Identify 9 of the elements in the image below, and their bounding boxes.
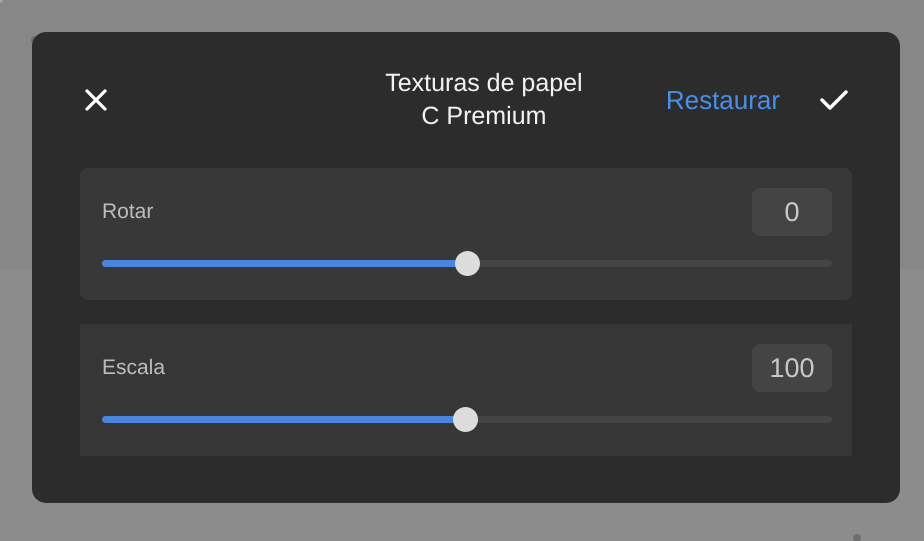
reset-button[interactable]: Restaurar bbox=[666, 84, 780, 116]
value-field[interactable]: 0 bbox=[752, 188, 832, 236]
setting-label: Rotar bbox=[102, 200, 154, 224]
setting-label: Escala bbox=[102, 356, 166, 380]
dialog-title: Texturas de papel bbox=[385, 68, 583, 99]
value-field[interactable]: 100 bbox=[752, 344, 832, 392]
dialog-subtitle: C Premium bbox=[421, 101, 546, 132]
slider-thumb[interactable] bbox=[452, 407, 478, 432]
slider-thumb[interactable] bbox=[455, 251, 480, 276]
